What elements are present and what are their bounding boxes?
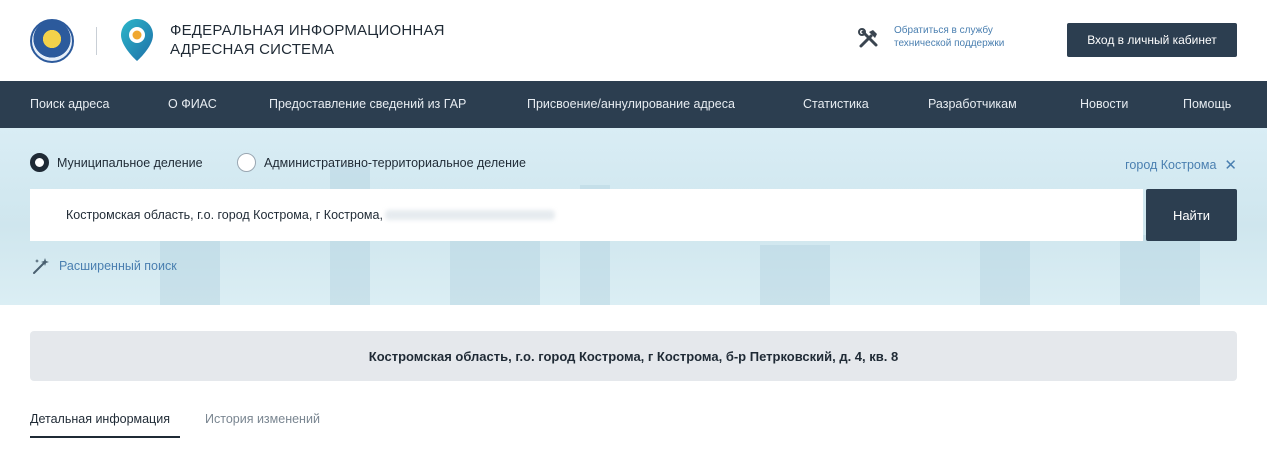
close-icon[interactable]: ✕	[1224, 156, 1237, 174]
nav-item-address-assignment[interactable]: Присвоение/аннулирование адреса	[527, 81, 735, 128]
active-tab-underline	[30, 436, 180, 438]
nav-item-gar-data[interactable]: Предоставление сведений из ГАР	[269, 81, 466, 128]
find-button[interactable]: Найти	[1146, 189, 1237, 241]
nav-item-address-search[interactable]: Поиск адреса	[30, 81, 109, 128]
login-button[interactable]: Вход в личный кабинет	[1067, 23, 1237, 57]
site-title-line1: ФЕДЕРАЛЬНАЯ ИНФОРМАЦИОННАЯ	[170, 22, 445, 39]
redacted-text	[384, 210, 555, 220]
nav-item-developers[interactable]: Разработчикам	[928, 81, 1017, 128]
advanced-search-link[interactable]: Расширенный поиск	[31, 256, 177, 276]
nav-item-about-fias[interactable]: О ФИАС	[168, 81, 217, 128]
site-title[interactable]: ФЕДЕРАЛЬНАЯ ИНФОРМАЦИОННАЯ АДРЕСНАЯ СИСТ…	[170, 21, 445, 59]
support-line2: технической поддержки	[894, 38, 1005, 49]
nav-item-statistics[interactable]: Статистика	[803, 81, 869, 128]
address-search-input[interactable]: Костромская область, г.о. город Кострома…	[30, 189, 1143, 241]
result-address: Костромская область, г.о. город Кострома…	[368, 348, 899, 364]
main-nav: Поиск адреса О ФИАС Предоставление сведе…	[0, 81, 1267, 128]
radio-label: Муниципальное деление	[57, 155, 203, 170]
search-panel: Муниципальное деление Административно-те…	[0, 128, 1267, 305]
region-filter-chip[interactable]: город Кострома ✕	[1125, 156, 1237, 174]
decor-building	[1120, 235, 1200, 305]
radio-label: Административно-территориальное деление	[264, 155, 526, 170]
support-line1: Обратиться в службу	[894, 25, 993, 36]
radio-municipal-division[interactable]: Муниципальное деление	[30, 153, 203, 172]
fns-emblem-logo[interactable]	[30, 19, 74, 63]
result-address-bar: Костромская область, г.о. город Кострома…	[30, 331, 1237, 381]
nav-item-news[interactable]: Новости	[1080, 81, 1128, 128]
magic-wand-icon	[33, 258, 49, 274]
fias-pin-logo[interactable]	[119, 17, 155, 63]
search-input-value: Костромская область, г.о. город Кострома…	[66, 208, 383, 222]
tab-change-history[interactable]: История изменений	[205, 412, 320, 426]
site-header: ФЕДЕРАЛЬНАЯ ИНФОРМАЦИОННАЯ АДРЕСНАЯ СИСТ…	[0, 0, 1267, 81]
radio-administrative-division[interactable]: Административно-территориальное деление	[237, 153, 526, 172]
tab-detailed-info[interactable]: Детальная информация	[30, 412, 170, 426]
radio-selected-indicator	[30, 153, 49, 172]
site-title-line2: АДРЕСНАЯ СИСТЕМА	[170, 41, 335, 58]
radio-unselected-indicator	[237, 153, 256, 172]
header-divider	[96, 27, 97, 55]
advanced-search-label: Расширенный поиск	[59, 259, 177, 273]
nav-item-help[interactable]: Помощь	[1183, 81, 1231, 128]
decor-building	[760, 245, 830, 305]
support-link[interactable]: Обратиться в службу технической поддержк…	[894, 24, 1034, 50]
region-chip-label: город Кострома	[1125, 158, 1217, 172]
tools-icon[interactable]	[857, 27, 881, 51]
